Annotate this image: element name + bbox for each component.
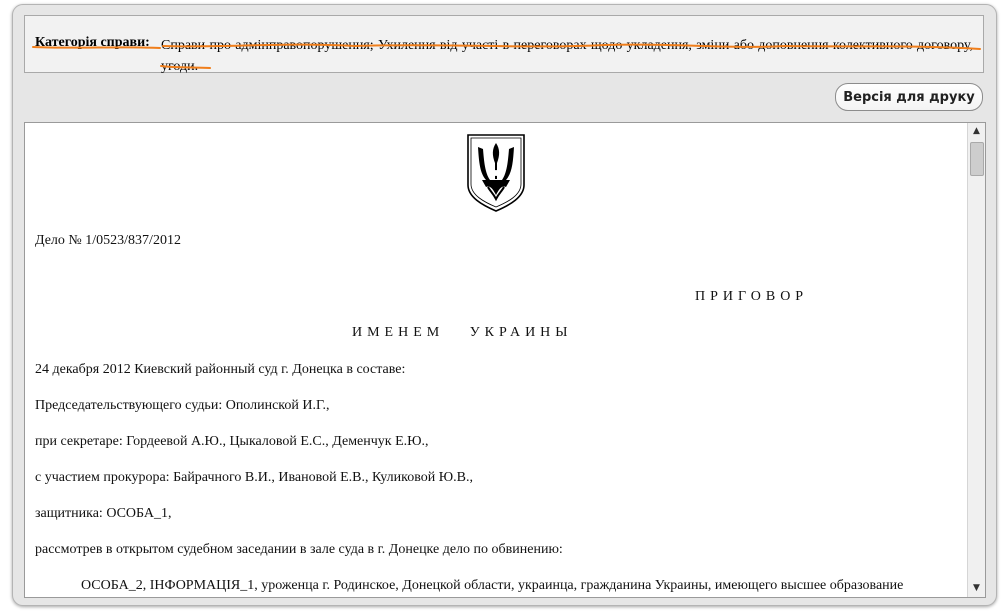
coat-of-arms-icon xyxy=(467,134,525,212)
text-line: защитника: ОСОБА_1, xyxy=(35,506,172,521)
text-line: рассмотрев в открытом судебном заседании… xyxy=(35,542,563,557)
defendant-paragraph: ОСОБА_2, ІНФОРМАЦІЯ_1, уроженца г. Родин… xyxy=(81,578,904,593)
in-the-name-heading: ИМЕНЕМ УКРАИНЫ xyxy=(352,325,573,340)
document-viewer[interactable]: Дело № 1/0523/837/2012 ПРИГОВОР ИМЕНЕМ У… xyxy=(24,122,986,598)
print-version-button[interactable]: Версія для друку xyxy=(835,83,983,111)
document-title: ПРИГОВОР xyxy=(695,289,809,304)
text-line: 24 декабря 2012 Киевский районный суд г.… xyxy=(35,362,406,377)
document-content: Дело № 1/0523/837/2012 ПРИГОВОР ИМЕНЕМ У… xyxy=(25,123,967,597)
text-line: с участием прокурора: Байрачного В.И., И… xyxy=(35,470,473,485)
case-category-text: Справи про адмінправопорушення; Ухилення… xyxy=(161,38,973,74)
vertical-scrollbar[interactable]: ▲ ▼ xyxy=(967,123,985,597)
case-window: Категорія справи: Справи про адмінправоп… xyxy=(12,4,997,606)
arrow-up-icon[interactable]: ▲ xyxy=(968,123,985,140)
case-category-label: Категорія справи: xyxy=(35,35,150,50)
arrow-down-icon[interactable]: ▼ xyxy=(968,580,985,597)
case-category-box: Категорія справи: Справи про адмінправоп… xyxy=(24,15,984,74)
text-line: при секретаре: Гордеевой А.Ю., Цыкаловой… xyxy=(35,434,429,449)
case-number: Дело № 1/0523/837/2012 xyxy=(35,233,181,248)
text-line: Председательствующего судьи: Ополинской … xyxy=(35,398,330,413)
scrollbar-thumb[interactable] xyxy=(970,142,984,176)
